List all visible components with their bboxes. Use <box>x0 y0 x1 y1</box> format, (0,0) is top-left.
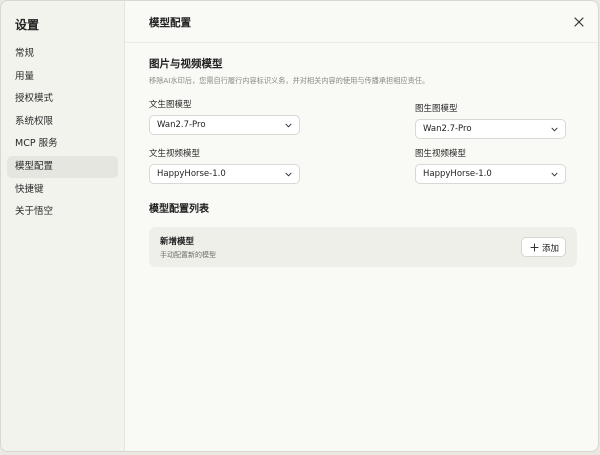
image-to-image-select[interactable]: Wan2.7-Pro <box>415 119 566 139</box>
sidebar: 设置 常规 用量 授权模式 系统权限 MCP 服务 模型配置 快捷键 关于悟空 <box>1 1 125 451</box>
close-button[interactable] <box>570 13 588 31</box>
add-model-card-description: 手动配置新的模型 <box>160 251 216 259</box>
media-section-description: 移除AI水印后，您需自行履行内容标识义务，并对相关内容的使用与传播承担相应责任。 <box>149 76 430 85</box>
chevron-down-icon <box>551 127 558 132</box>
close-icon <box>574 17 584 27</box>
chevron-down-icon <box>285 172 292 177</box>
sidebar-nav: 常规 用量 授权模式 系统权限 MCP 服务 模型配置 快捷键 关于悟空 <box>7 43 118 224</box>
sidebar-item-usage[interactable]: 用量 <box>7 66 118 88</box>
plus-icon <box>530 243 539 252</box>
add-model-card-title: 新增模型 <box>160 237 195 247</box>
sidebar-item-authorization[interactable]: 授权模式 <box>7 88 118 110</box>
add-model-button[interactable]: 添加 <box>521 237 566 257</box>
sidebar-item-about[interactable]: 关于悟空 <box>7 201 118 223</box>
text-to-image-select[interactable]: Wan2.7-Pro <box>149 115 300 135</box>
image-to-image-label: 图生图模型 <box>415 104 458 114</box>
text-to-video-select[interactable]: HappyHorse-1.0 <box>149 164 300 184</box>
main-header: 模型配置 <box>125 1 598 43</box>
image-to-video-value: HappyHorse-1.0 <box>423 169 492 179</box>
text-to-video-value: HappyHorse-1.0 <box>157 169 226 179</box>
image-to-video-label: 图生视频模型 <box>415 149 467 159</box>
chevron-down-icon <box>285 123 292 128</box>
settings-window: 设置 常规 用量 授权模式 系统权限 MCP 服务 模型配置 快捷键 关于悟空 … <box>0 0 599 452</box>
text-to-image-value: Wan2.7-Pro <box>157 120 206 130</box>
sidebar-item-permissions[interactable]: 系统权限 <box>7 111 118 133</box>
text-to-video-label: 文生视频模型 <box>149 149 201 159</box>
image-to-image-value: Wan2.7-Pro <box>423 124 472 134</box>
add-model-card: 新增模型 手动配置新的模型 添加 <box>149 227 577 267</box>
text-to-image-label: 文生图模型 <box>149 100 192 110</box>
media-section-title: 图片与视频模型 <box>149 58 223 70</box>
model-list-title: 模型配置列表 <box>149 204 209 215</box>
chevron-down-icon <box>551 172 558 177</box>
sidebar-item-mcp[interactable]: MCP 服务 <box>7 133 118 155</box>
add-model-button-label: 添加 <box>542 244 560 254</box>
sidebar-item-shortcuts[interactable]: 快捷键 <box>7 179 118 201</box>
image-to-video-select[interactable]: HappyHorse-1.0 <box>415 164 566 184</box>
sidebar-title: 设置 <box>15 18 40 32</box>
page-title: 模型配置 <box>149 17 191 29</box>
sidebar-item-models[interactable]: 模型配置 <box>7 155 118 178</box>
sidebar-item-general[interactable]: 常规 <box>7 43 118 65</box>
